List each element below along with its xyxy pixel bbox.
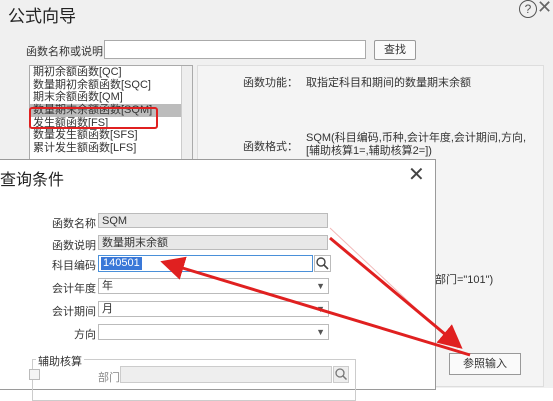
dept-input[interactable] [120, 366, 332, 383]
search-input[interactable] [104, 40, 366, 59]
list-item[interactable]: 数量期初余额函数[SQC] [30, 79, 192, 92]
func-desc-field: 数量期末余额 [98, 235, 328, 250]
help-icon[interactable]: ? [519, 0, 537, 18]
query-conditions-dialog: 查询条件 ✕ 函数名称 SQM 函数说明 数量期末余额 科目编码 140501 … [0, 159, 436, 401]
direction-select[interactable]: ▼ [98, 324, 329, 340]
search-icon[interactable] [314, 255, 331, 272]
list-item[interactable]: 期末余额函数[QM] [30, 91, 192, 104]
list-item[interactable]: 期初余额函数[QC] [30, 66, 192, 79]
fiscal-year-label: 会计年度 [52, 283, 96, 295]
dept-label: 部门 [98, 372, 120, 384]
wizard-title: 公式向导 [8, 7, 76, 26]
subject-code-label: 科目编码 [52, 260, 96, 272]
func-name-field: SQM [98, 213, 328, 228]
func-desc-label: 函数说明 [52, 240, 96, 252]
chevron-down-icon: ▼ [316, 327, 325, 337]
function-purpose-value: 取指定科目和期间的数量期末余额 [306, 77, 471, 89]
search-button[interactable]: 查找 [374, 40, 416, 60]
list-item[interactable]: 数量发生额函数[SFS] [30, 129, 192, 142]
list-scrollbar[interactable] [181, 66, 192, 166]
fiscal-period-select[interactable]: 月 ▼ [98, 301, 329, 317]
chevron-down-icon: ▼ [316, 304, 325, 314]
func-name-label: 函数名称 [52, 218, 96, 230]
reference-input-button[interactable]: 参照输入 [449, 353, 521, 375]
fiscal-year-select[interactable]: 年 ▼ [98, 278, 329, 294]
fiscal-period-label: 会计期间 [52, 306, 96, 318]
dept-checkbox[interactable] [29, 369, 40, 380]
function-format-value: SQM(科目编码,币种,会计年度,会计期间,方向,[辅助核算1=,辅助核算2=]… [306, 132, 526, 157]
fiscal-year-value: 年 [102, 280, 113, 292]
annotation-highlight-box [29, 107, 158, 129]
search-label: 函数名称或说明: [26, 46, 107, 58]
list-item[interactable]: 累计发生额函数[LFS] [30, 142, 192, 155]
close-icon[interactable]: ✕ [537, 0, 552, 18]
aux-accounting-label: 辅助核算 [36, 353, 84, 369]
fiscal-period-value: 月 [102, 303, 113, 315]
dialog-title: 查询条件 [0, 172, 65, 189]
subject-code-input[interactable]: 140501 [98, 255, 313, 272]
direction-label: 方向 [74, 329, 96, 341]
function-example-text: ",部门="101") [428, 274, 494, 286]
search-icon[interactable] [333, 366, 349, 383]
function-format-label: 函数格式： [243, 141, 298, 153]
chevron-down-icon: ▼ [316, 281, 325, 291]
close-icon[interactable]: ✕ [408, 162, 425, 187]
subject-code-value: 140501 [101, 257, 142, 270]
function-purpose-label: 函数功能： [243, 77, 298, 89]
